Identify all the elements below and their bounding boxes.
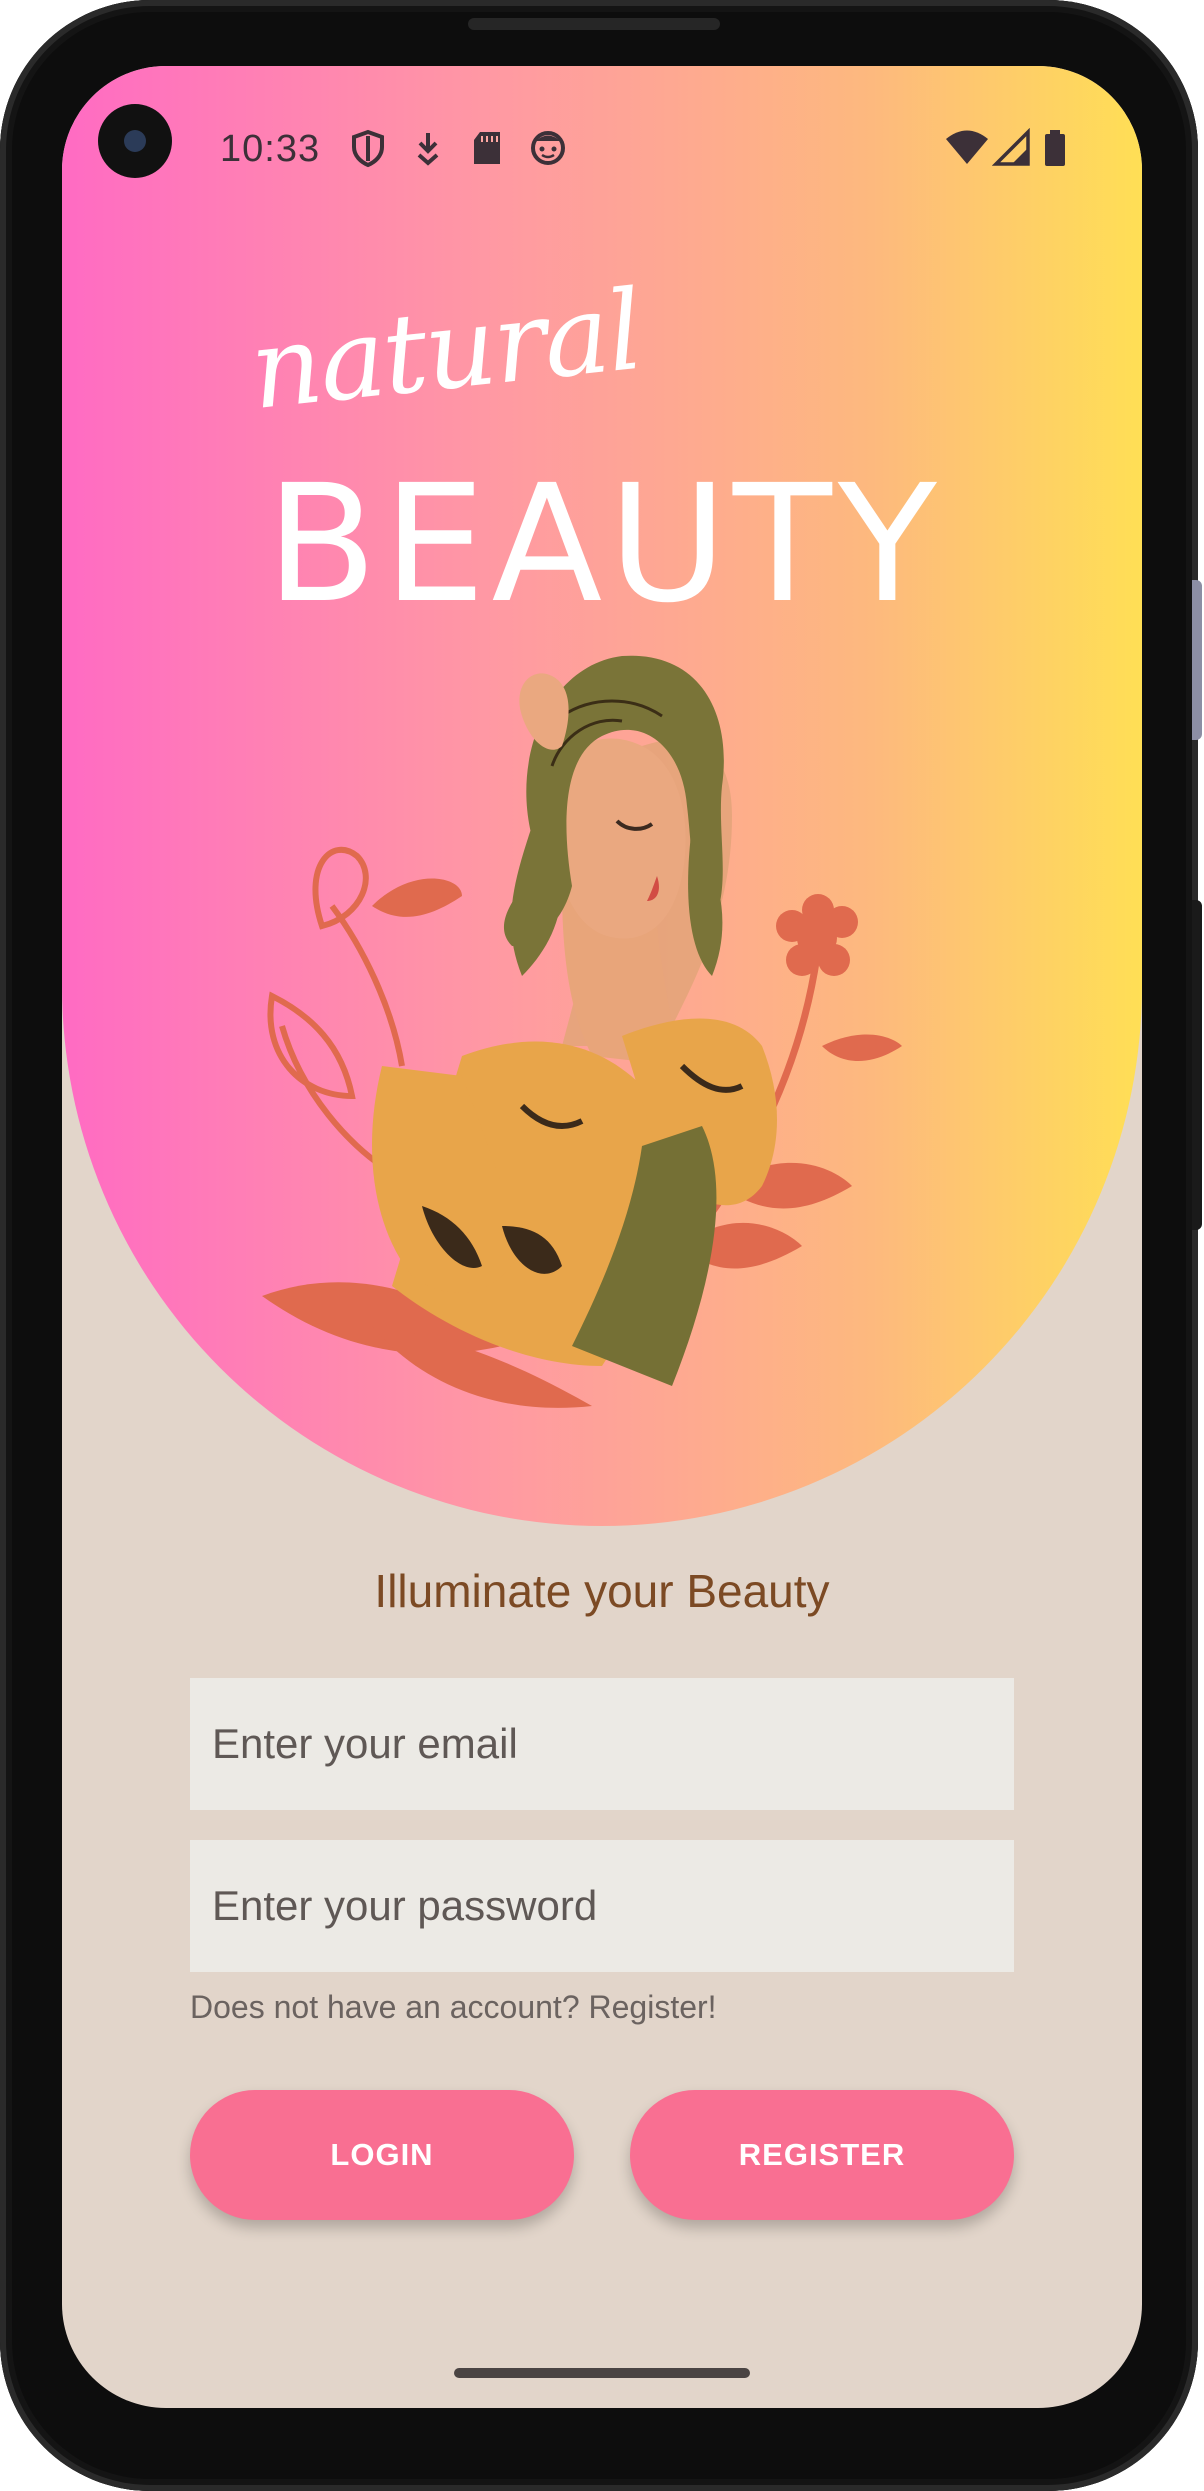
signal-icon bbox=[992, 128, 1030, 166]
email-field[interactable] bbox=[190, 1678, 1014, 1810]
wifi-icon bbox=[946, 130, 988, 164]
sd-card-icon bbox=[474, 132, 500, 164]
power-button bbox=[1192, 900, 1202, 1230]
volume-button bbox=[1192, 580, 1202, 740]
phone-frame: 10:33 natural BEAUTY Illuminate your Bea… bbox=[0, 0, 1198, 2491]
tagline-text: Illuminate your Beauty bbox=[374, 1565, 830, 1617]
register-button[interactable]: REGISTER bbox=[630, 2090, 1014, 2220]
earpiece-speaker bbox=[468, 18, 720, 30]
hero-banner: 10:33 natural BEAUTY bbox=[62, 66, 1142, 1526]
register-hint-link[interactable]: Does not have an account? Register! bbox=[190, 1989, 717, 2026]
password-field[interactable] bbox=[190, 1840, 1014, 1972]
shield-icon bbox=[352, 129, 384, 168]
status-bar: 10:33 bbox=[62, 66, 1142, 178]
gesture-nav-handle[interactable] bbox=[454, 2368, 750, 2378]
logo-title-text: BEAUTY bbox=[266, 451, 943, 639]
logo-script-text: natural bbox=[244, 265, 647, 434]
login-button[interactable]: LOGIN bbox=[190, 2090, 574, 2220]
app-screen: 10:33 natural BEAUTY Illuminate your Bea… bbox=[62, 66, 1142, 2408]
face-icon bbox=[531, 131, 565, 165]
woman-portrait-illustration bbox=[262, 655, 902, 1408]
status-time: 10:33 bbox=[220, 128, 321, 170]
battery-icon bbox=[1045, 130, 1065, 166]
front-camera bbox=[98, 104, 172, 178]
download-icon bbox=[417, 133, 439, 166]
